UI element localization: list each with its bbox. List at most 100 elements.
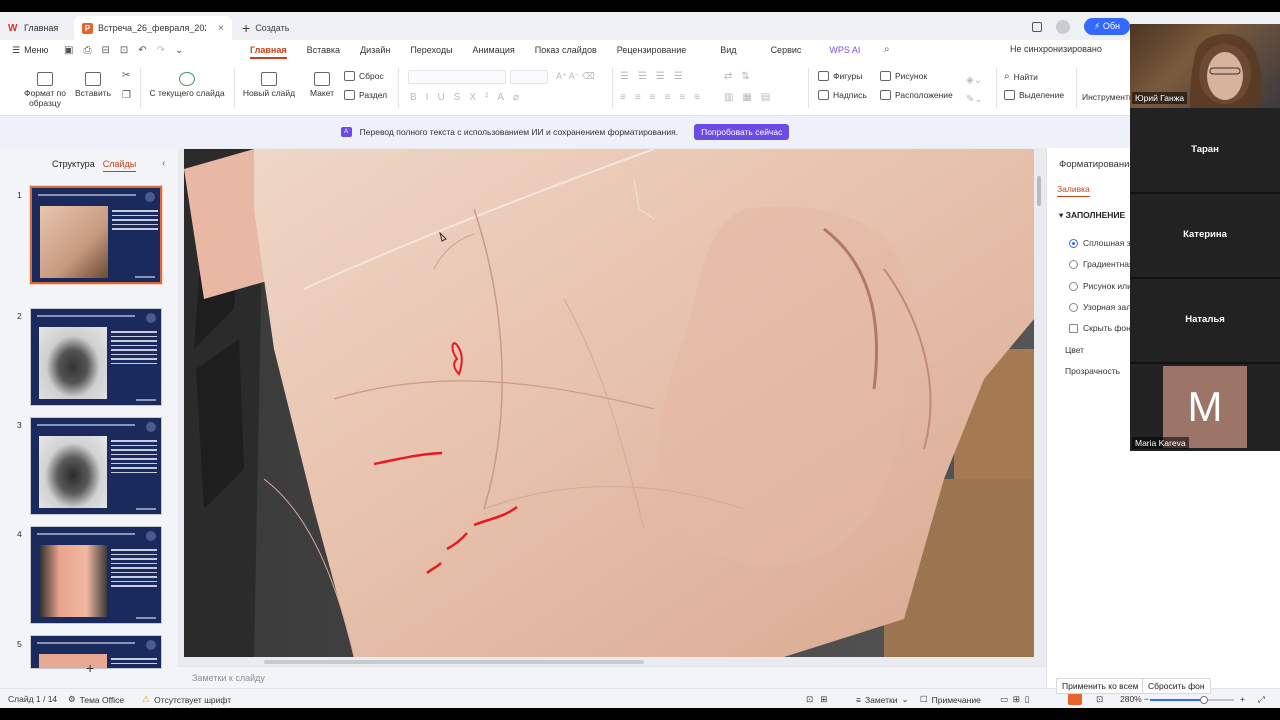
fill-outline-controls[interactable]: ◈⌄ ✎⌄: [966, 71, 983, 109]
theme-indicator[interactable]: ⚙ Тема Office: [68, 694, 124, 705]
hide-background-checkbox[interactable]: Скрыть фоно: [1069, 323, 1136, 333]
zoom-level[interactable]: 280%: [1120, 694, 1142, 704]
search-icon[interactable]: ⌕: [884, 44, 890, 55]
tab-home[interactable]: W Главная: [0, 16, 74, 40]
participant-tile[interactable]: Наталья: [1130, 280, 1280, 364]
reset-button[interactable]: Сброс: [344, 71, 384, 81]
view-mode-buttons[interactable]: ▭ ⊞ ▯: [1000, 694, 1029, 705]
chevron-down-icon: ⌄: [901, 694, 909, 704]
hand-photo-thumb: [39, 654, 107, 668]
notes-toggle[interactable]: ≡ Заметки ⌄: [856, 694, 909, 705]
new-tab-button[interactable]: + Создать: [242, 20, 289, 36]
tab-wps-ai[interactable]: WPS AI: [819, 40, 870, 60]
copy-icon[interactable]: ❐: [122, 90, 131, 101]
comment-label: Примечание: [931, 694, 981, 705]
vertical-scrollbar[interactable]: [1036, 176, 1042, 656]
account-avatar-icon[interactable]: [1056, 19, 1071, 34]
slide-notes-field[interactable]: Заметки к слайду: [178, 666, 1046, 688]
tab-slides[interactable]: Слайды: [102, 159, 137, 172]
collapse-panel-icon[interactable]: ‹: [162, 158, 165, 169]
participant-tile[interactable]: M Maria Kareva: [1130, 365, 1280, 451]
slide-thumbnail-1[interactable]: [30, 186, 162, 284]
chevron-down-icon[interactable]: ⌄: [175, 45, 183, 56]
new-slide-button[interactable]: Новый слайд: [240, 72, 298, 98]
participant-tile[interactable]: Катерина: [1130, 195, 1280, 279]
try-now-button[interactable]: Попробовать сейчас: [694, 124, 790, 140]
zoom-out-icon[interactable]: −: [1144, 694, 1149, 704]
color-label: Цвет: [1065, 345, 1085, 355]
participant-tile[interactable]: Таран: [1130, 110, 1280, 194]
main-menu-button[interactable]: ☰ Меню: [0, 45, 60, 56]
export-pdf-icon[interactable]: ⎙: [83, 45, 91, 56]
find-button[interactable]: ⌕ Найти: [1004, 71, 1038, 82]
text-direction-controls[interactable]: ⇄⇅: [724, 71, 759, 82]
vertical-scroll-thumb[interactable]: [1037, 176, 1041, 206]
participant-tile-camera[interactable]: Юрий Ганжа: [1130, 24, 1280, 108]
view-controls[interactable]: ⊡ ⊞: [806, 694, 827, 705]
arrange-button[interactable]: Расположение: [880, 90, 953, 100]
undo-icon[interactable]: ↶: [138, 45, 146, 56]
redo-icon[interactable]: ↷: [157, 45, 165, 56]
tab-design[interactable]: Дизайн: [350, 40, 400, 60]
fullscreen-icon[interactable]: ⤢: [1258, 694, 1265, 705]
columns-controls[interactable]: ▥▦▤: [724, 92, 779, 103]
missing-font-indicator[interactable]: ⚠ Отсутствует шрифт: [142, 694, 231, 705]
font-size-controls[interactable]: A⁺ A⁻ ⌫: [556, 71, 595, 82]
font-family-select[interactable]: [408, 70, 506, 84]
window-icon[interactable]: [1032, 21, 1043, 32]
apply-to-all-button[interactable]: Применить ко всем: [1056, 678, 1145, 694]
picture-fill-option[interactable]: Рисунок или т: [1069, 281, 1138, 291]
tab-fill[interactable]: Заливка: [1057, 184, 1090, 197]
tab-document[interactable]: P Встреча_26_февраля_2026.pptx ×: [74, 16, 232, 40]
tab-view[interactable]: Вид: [710, 40, 746, 60]
slide-thumbnail-5[interactable]: [30, 635, 162, 669]
section-button[interactable]: Раздел: [344, 90, 387, 100]
slide-logo-icon: [146, 531, 156, 541]
zoom-in-icon[interactable]: +: [1240, 694, 1245, 704]
update-button[interactable]: ⚡ Обн: [1084, 18, 1130, 35]
tab-transitions[interactable]: Переходы: [400, 40, 462, 60]
layout-button[interactable]: Макет: [304, 72, 340, 98]
save-icon[interactable]: ▣: [64, 45, 73, 56]
slides-panel: Структура Слайды ‹ 1 2 3 4 5 +: [0, 148, 178, 688]
tab-review[interactable]: Рецензирование: [607, 40, 697, 60]
horizontal-scrollbar[interactable]: [264, 660, 644, 664]
format-painter-button[interactable]: Формат по образцу: [22, 72, 68, 108]
tab-home-ribbon[interactable]: Главная: [240, 40, 297, 60]
tab-insert[interactable]: Вставка: [297, 40, 350, 60]
reset-background-button[interactable]: Сбросить фон: [1142, 678, 1211, 694]
close-tab-icon[interactable]: ×: [218, 23, 224, 34]
zoom-slider[interactable]: [1150, 696, 1234, 704]
picture-button[interactable]: Рисунок: [880, 71, 927, 81]
fit-window-icon[interactable]: ⊡: [1096, 694, 1103, 705]
fill-section-header[interactable]: ▾ ЗАПОЛНЕНИЕ: [1059, 210, 1125, 221]
slide-thumbnail-4[interactable]: [30, 526, 162, 624]
zoom-slider-knob[interactable]: [1200, 696, 1208, 704]
print-icon[interactable]: ⊟: [101, 45, 109, 56]
tab-animation[interactable]: Анимация: [463, 40, 525, 60]
select-icon: [1004, 90, 1015, 100]
add-slide-button[interactable]: +: [86, 660, 94, 676]
tab-tools[interactable]: Сервис: [761, 40, 812, 60]
format-painter-label: Формат по образцу: [24, 88, 66, 108]
panel-tabs: Структура Слайды: [52, 159, 137, 172]
from-current-slide-button[interactable]: С текущего слайда: [146, 72, 228, 98]
tab-slideshow[interactable]: Показ слайдов: [525, 40, 607, 60]
font-size-select[interactable]: [510, 70, 548, 84]
slide-thumbnail-2[interactable]: [30, 308, 162, 406]
list-controls[interactable]: ☰☰☰☰: [620, 71, 692, 82]
solid-fill-option[interactable]: Сплошная за: [1069, 238, 1135, 248]
paste-button[interactable]: Вставить: [72, 72, 114, 98]
text-format-controls[interactable]: BIUSX²A⌀: [410, 92, 528, 103]
shapes-button[interactable]: Фигуры: [818, 71, 862, 81]
select-button[interactable]: Выделение: [1004, 90, 1064, 100]
slide-thumbnail-3[interactable]: [30, 417, 162, 515]
print-preview-icon[interactable]: ⊡: [120, 45, 128, 56]
comment-toggle[interactable]: ☐ Примечание: [920, 694, 981, 705]
slide-editor[interactable]: [184, 149, 1034, 657]
cut-icon[interactable]: ✂: [122, 70, 130, 81]
caption-button[interactable]: Надпись: [818, 90, 867, 100]
tools-button[interactable]: Инструменты: [1082, 92, 1135, 102]
tab-structure[interactable]: Структура: [52, 159, 95, 172]
align-controls[interactable]: ≡≡≡≡≡≡: [620, 92, 709, 103]
